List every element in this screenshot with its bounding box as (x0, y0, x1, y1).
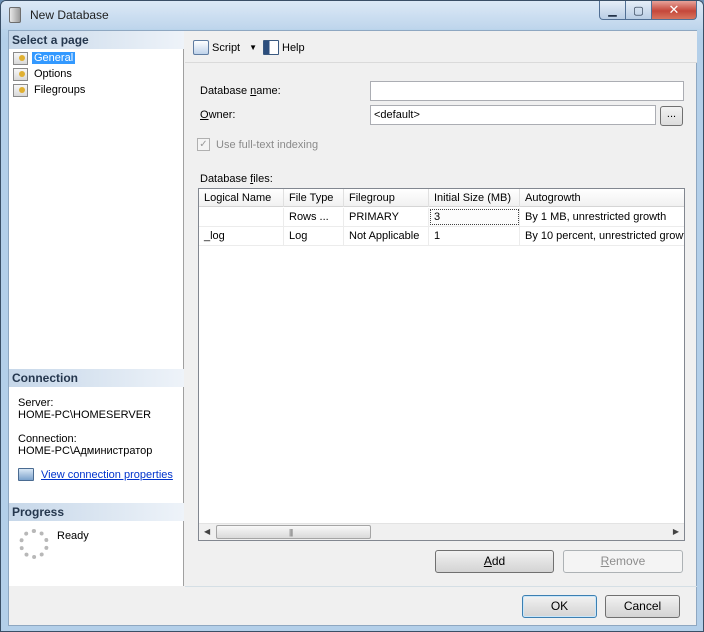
cell-filegroup[interactable]: PRIMARY (344, 208, 429, 226)
script-icon (193, 40, 209, 55)
scroll-right-icon[interactable]: ▶ (673, 527, 679, 536)
browse-owner-button[interactable]: ... (660, 106, 683, 126)
caption-buttons: ▁ ▢ ✕ (599, 1, 697, 21)
close-button[interactable]: ✕ (652, 1, 697, 20)
cell-autogrowth[interactable]: By 1 MB, unrestricted growth (520, 208, 684, 226)
database-name-label: Database name: (200, 85, 281, 97)
help-label: Help (282, 41, 305, 54)
owner-input[interactable]: <default> (370, 105, 656, 125)
title-bar[interactable]: New Database ▁ ▢ ✕ (1, 1, 703, 29)
chevron-down-icon[interactable]: ▼ (249, 43, 257, 52)
database-files-grid: Logical Name File Type Filegroup Initial… (198, 188, 685, 541)
progress-status: Ready (57, 530, 89, 542)
scroll-left-icon[interactable]: ◀ (204, 527, 210, 536)
fulltext-label: Use full-text indexing (216, 138, 319, 151)
script-label: Script (212, 41, 241, 54)
connection-block: Connection: HOME-PC\Администратор (18, 433, 152, 457)
ok-button[interactable]: OK (522, 595, 597, 618)
cell-initial-size[interactable]: 3 (429, 208, 520, 226)
dialog-client: Select a page General Options Filegroups… (8, 30, 697, 626)
label-part: wner: (208, 109, 236, 121)
cell-file-type[interactable]: Rows ... (284, 208, 344, 226)
label-mnemonic: O (200, 109, 209, 121)
cell-initial-size[interactable]: 1 (429, 227, 520, 245)
view-connection-row: View connection properties (18, 468, 173, 481)
scrollbar-thumb[interactable]: ||| (216, 525, 371, 539)
database-files-label: Database files: (200, 173, 273, 185)
property-page-icon (13, 51, 28, 65)
server-label: Server: (18, 397, 54, 409)
fulltext-row: ✓ Use full-text indexing (197, 138, 318, 151)
column-header-filegroup[interactable]: Filegroup (344, 189, 429, 207)
horizontal-scrollbar[interactable]: ◀ ||| ▶ (199, 523, 684, 540)
cell-file-type[interactable]: Log (284, 227, 344, 245)
grip-icon: ||| (289, 528, 293, 537)
column-header-autogrowth[interactable]: Autogrowth (520, 189, 684, 207)
table-row[interactable]: _log Log Not Applicable 1 By 10 percent,… (199, 227, 684, 246)
connection-label: Connection: (18, 433, 77, 445)
button-mnemonic: R (600, 554, 610, 568)
view-connection-properties-link[interactable]: View connection properties (41, 469, 173, 481)
page-item-general[interactable]: General (13, 50, 87, 66)
cell-logical-name[interactable]: _log (199, 227, 284, 245)
page-item-label: Options (34, 68, 72, 80)
help-icon (263, 40, 279, 55)
server-value: HOME-PC\HOMESERVER (18, 409, 152, 421)
server-block: Server: HOME-PC\HOMESERVER (18, 397, 151, 421)
fulltext-checkbox[interactable]: ✓ (197, 138, 210, 151)
connection-header: Connection (9, 369, 184, 387)
page-item-filegroups[interactable]: Filegroups (13, 82, 87, 98)
cell-autogrowth[interactable]: By 10 percent, unrestricted growth (520, 227, 684, 245)
property-page-icon (13, 83, 28, 97)
help-button[interactable]: Help (263, 40, 305, 55)
label-part: ame: (256, 85, 281, 97)
cancel-button[interactable]: Cancel (605, 595, 680, 618)
script-button[interactable]: Script ▼ (193, 40, 257, 55)
cell-logical-name[interactable] (199, 208, 284, 226)
select-page-header: Select a page (9, 31, 184, 49)
column-header-logical-name[interactable]: Logical Name (199, 189, 284, 207)
left-pane: Select a page General Options Filegroups… (9, 31, 184, 586)
grid-header: Logical Name File Type Filegroup Initial… (199, 189, 684, 207)
toolbar: Script ▼ Help (185, 31, 697, 63)
label-part: iles: (253, 173, 273, 185)
button-label: emove (609, 554, 646, 568)
maximize-button[interactable]: ▢ (626, 1, 652, 20)
cell-filegroup[interactable]: Not Applicable (344, 227, 429, 245)
minimize-button[interactable]: ▁ (599, 1, 626, 20)
window-title: New Database (30, 8, 109, 22)
page-list: General Options Filegroups (13, 50, 87, 98)
column-header-file-type[interactable]: File Type (284, 189, 344, 207)
label-part: Database (200, 85, 251, 97)
connection-value: HOME-PC\Администратор (18, 445, 153, 457)
progress-spinner-icon (19, 529, 49, 559)
page-item-label: Filegroups (34, 84, 86, 96)
progress-header: Progress (9, 503, 184, 521)
label-part: Database (200, 173, 251, 185)
page-item-label: General (32, 52, 76, 64)
database-name-input[interactable] (370, 81, 684, 101)
new-database-window: New Database ▁ ▢ ✕ Select a page General… (0, 0, 704, 632)
remove-button[interactable]: Remove (563, 550, 683, 573)
button-mnemonic: A (483, 554, 492, 568)
column-header-initial-size[interactable]: Initial Size (MB) (429, 189, 520, 207)
owner-label: Owner: (200, 109, 235, 121)
property-page-icon (13, 67, 28, 81)
add-button[interactable]: Add (435, 550, 554, 573)
table-row[interactable]: Rows ... PRIMARY 3 By 1 MB, unrestricted… (199, 208, 684, 227)
button-label: dd (491, 554, 506, 568)
separator (185, 586, 697, 587)
connection-properties-icon (18, 468, 34, 481)
page-item-options[interactable]: Options (13, 66, 87, 82)
database-icon (9, 7, 21, 23)
